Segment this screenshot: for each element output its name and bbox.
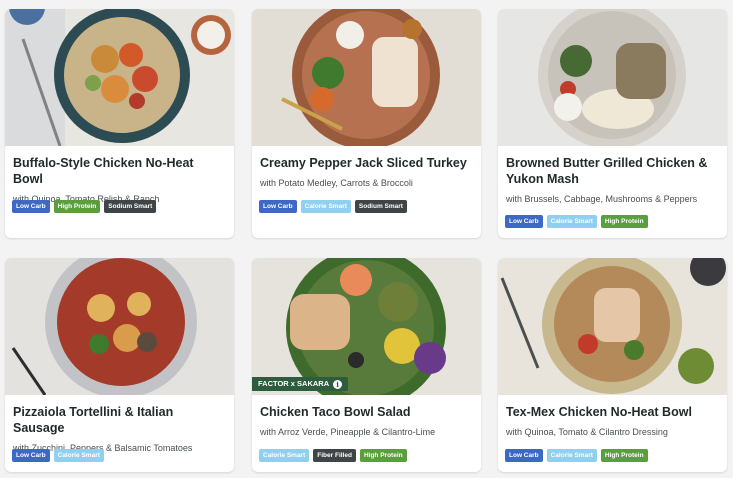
tag-low-carb: Low Carb	[12, 449, 50, 462]
meal-card-browned-butter-chicken[interactable]: Browned Butter Grilled Chicken & Yukon M…	[498, 9, 727, 238]
tag-calorie-smart: Calorie Smart	[53, 449, 104, 462]
tag-high-protein: High Protein	[600, 215, 648, 228]
tag-high-protein: High Protein	[600, 449, 648, 462]
meal-title: Chicken Taco Bowl Salad	[260, 405, 411, 419]
meal-tags: Calorie Smart Fiber Filled High Protein	[259, 449, 407, 462]
tag-calorie-smart: Calorie Smart	[300, 200, 351, 213]
partner-badge[interactable]: FACTOR x SAKARA i	[252, 377, 349, 391]
meal-card-pepper-jack-turkey[interactable]: Creamy Pepper Jack Sliced Turkey with Po…	[252, 9, 481, 238]
tag-fiber-filled: Fiber Filled	[313, 449, 356, 462]
tag-high-protein: High Protein	[359, 449, 407, 462]
tag-calorie-smart: Calorie Smart	[259, 449, 310, 462]
meal-card-pizzaiola-tortellini[interactable]: Pizzaiola Tortellini & Italian Sausage w…	[5, 258, 234, 472]
meal-card-chicken-taco-salad[interactable]: FACTOR x SAKARA i Chicken Taco Bowl Sala…	[252, 258, 481, 472]
tag-low-carb: Low Carb	[12, 200, 50, 213]
meal-image	[252, 9, 481, 146]
meal-image	[5, 9, 234, 146]
meal-tags: Low Carb Calorie Smart High Protein	[505, 449, 648, 462]
meal-image	[5, 258, 234, 395]
meal-subtitle: with Brussels, Cabbage, Mushrooms & Pepp…	[506, 194, 698, 204]
meal-title: Buffalo-Style Chicken No-Heat Bowl	[13, 156, 194, 186]
tag-calorie-smart: Calorie Smart	[546, 215, 597, 228]
meal-title: Browned Butter Grilled Chicken & Yukon M…	[506, 156, 708, 186]
meal-card-buffalo-chicken-bowl[interactable]: Buffalo-Style Chicken No-Heat Bowl with …	[5, 9, 234, 238]
meal-title: Tex-Mex Chicken No-Heat Bowl	[506, 405, 692, 419]
meal-grid: Buffalo-Style Chicken No-Heat Bowl with …	[5, 9, 727, 478]
meal-card-tex-mex-chicken-bowl[interactable]: Tex-Mex Chicken No-Heat Bowl with Quinoa…	[498, 258, 727, 472]
tag-low-carb: Low Carb	[505, 449, 543, 462]
info-icon[interactable]: i	[333, 379, 343, 389]
meal-image	[498, 9, 727, 146]
partner-badge-label: FACTOR x SAKARA	[258, 379, 330, 388]
meal-tags: Low Carb High Protein Sodium Smart	[12, 200, 157, 213]
meal-subtitle: with Quinoa, Tomato & Cilantro Dressing	[506, 427, 668, 437]
tag-high-protein: High Protein	[53, 200, 101, 213]
meal-tags: Low Carb Calorie Smart	[12, 449, 104, 462]
meal-title: Creamy Pepper Jack Sliced Turkey	[260, 156, 467, 170]
meal-tags: Low Carb Calorie Smart Sodium Smart	[259, 200, 407, 213]
tag-low-carb: Low Carb	[505, 215, 543, 228]
meal-subtitle: with Potato Medley, Carrots & Broccoli	[260, 178, 413, 188]
meal-tags: Low Carb Calorie Smart High Protein	[505, 215, 648, 228]
tag-low-carb: Low Carb	[259, 200, 297, 213]
tag-sodium-smart: Sodium Smart	[354, 200, 407, 213]
tag-calorie-smart: Calorie Smart	[546, 449, 597, 462]
tag-sodium-smart: Sodium Smart	[104, 200, 157, 213]
meal-title: Pizzaiola Tortellini & Italian Sausage	[13, 405, 174, 435]
meal-subtitle: with Arroz Verde, Pineapple & Cilantro-L…	[260, 427, 436, 437]
meal-image	[498, 258, 727, 395]
meal-image: FACTOR x SAKARA i	[252, 258, 481, 395]
